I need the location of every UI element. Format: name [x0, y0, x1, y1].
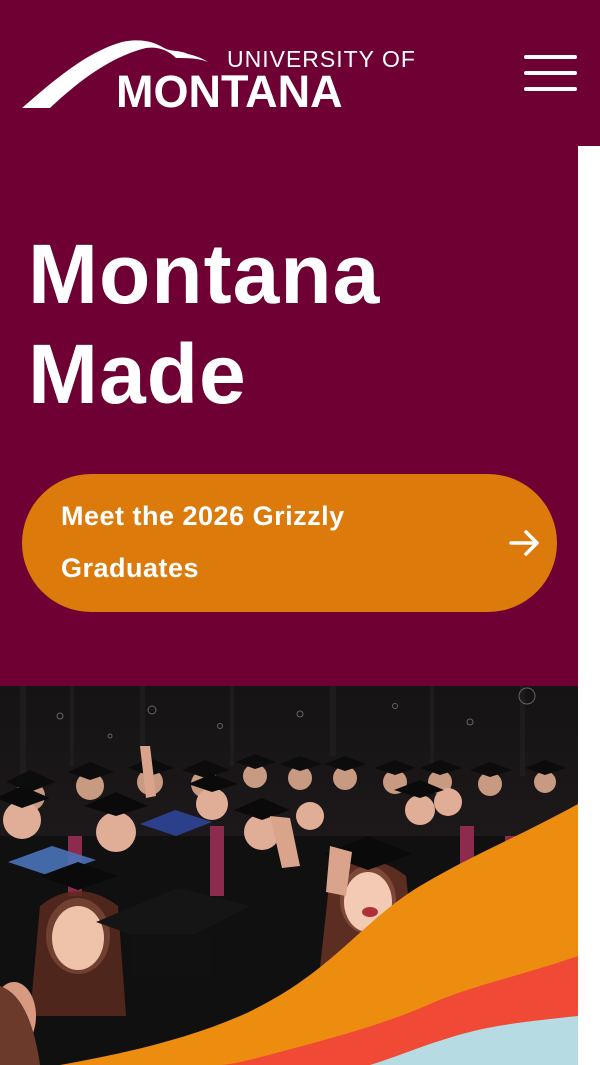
menu-bar-top: [524, 55, 577, 59]
hero-title-line2: Made: [28, 327, 247, 421]
graduation-photo: [0, 686, 578, 1065]
hero-title-line1: Montana: [28, 227, 381, 321]
meet-graduates-label: Meet the 2026 Grizzly Graduates: [61, 501, 345, 583]
hero-title: Montana Made: [28, 224, 548, 424]
site-header: UNIVERSITY OF MONTANA: [0, 0, 600, 146]
menu-bar-middle: [524, 71, 577, 75]
logo-montana-text: MONTANA: [116, 66, 343, 117]
meet-graduates-button[interactable]: Meet the 2026 Grizzly Graduates: [22, 474, 557, 612]
arrow-right-icon: [509, 530, 539, 556]
graduation-photo-illustration: [0, 686, 578, 1065]
menu-bar-bottom: [524, 87, 577, 91]
hero-section: Montana Made Meet the 2026 Grizzly Gradu…: [0, 146, 578, 686]
page: UNIVERSITY OF MONTANA Montana Made Meet …: [0, 0, 600, 1065]
university-logo-link[interactable]: UNIVERSITY OF MONTANA: [22, 36, 415, 117]
hamburger-menu-icon[interactable]: [518, 49, 582, 97]
